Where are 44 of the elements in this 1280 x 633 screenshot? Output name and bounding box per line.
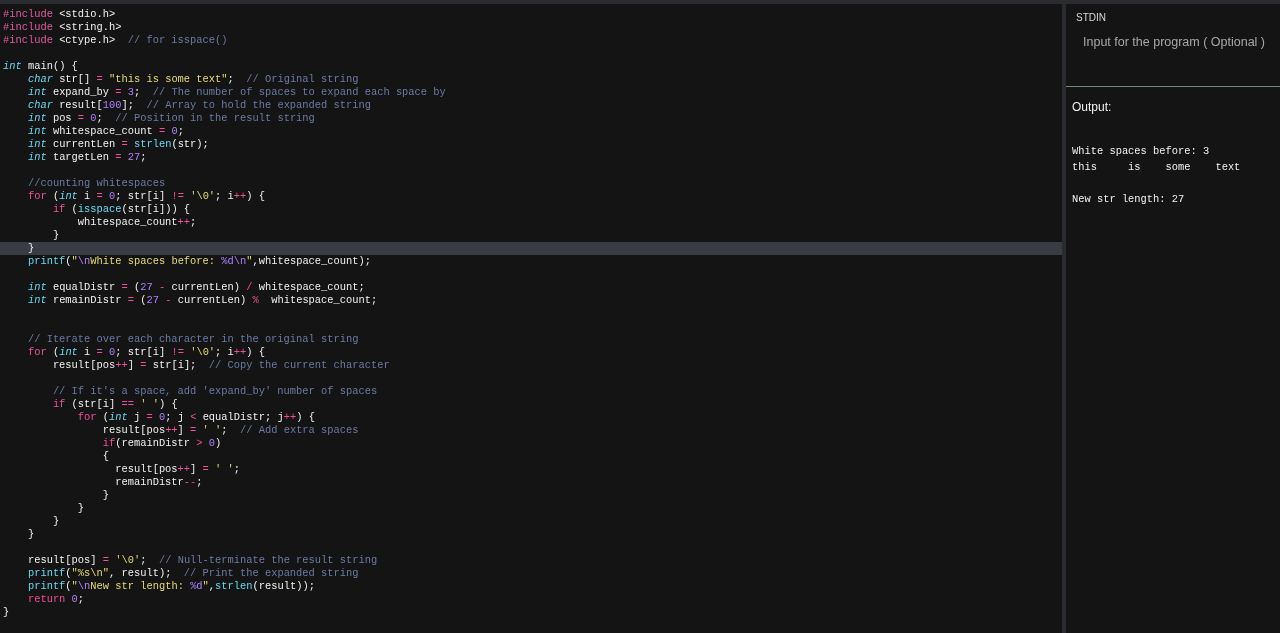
- code-line: result[pos] = '\0'; // Null-terminate the result string: [26, 554, 378, 566]
- code-line: int equalDistr = (27 - currentLen) / whitespace_count;: [26, 281, 365, 293]
- code-line: whitespace_count++;: [76, 216, 197, 228]
- code-line: #include <ctype.h> // for isspace(): [3, 34, 228, 46]
- code-line: int pos = 0; // Position in the result string: [26, 112, 315, 124]
- code-line: result[pos++] = str[i]; // Copy the current character: [51, 359, 390, 371]
- code-line: int whitespace_count = 0;: [26, 125, 184, 137]
- code-line: for (int i = 0; str[i] != '\0'; i++) {: [26, 190, 266, 202]
- code-line: // Iterate over each character in the original string: [26, 333, 359, 345]
- code-line: int main() {: [3, 60, 78, 72]
- code-line: }: [101, 489, 109, 501]
- code-line: if (isspace(str[i])) {: [51, 203, 191, 215]
- code-line: remainDistr--;: [114, 476, 203, 488]
- code-line: #include <string.h>: [3, 21, 122, 33]
- code-line: char str[] = "this is some text"; // Original string: [26, 73, 359, 85]
- code-line: int remainDistr = (27 - currentLen) % whitespace_count;: [26, 294, 378, 306]
- code-line: printf("\nWhite spaces before: %d\n",whitespace_count);: [26, 255, 371, 267]
- code-line: }: [51, 229, 60, 241]
- code-line: int targetLen = 27;: [26, 151, 147, 163]
- code-line: }: [26, 242, 35, 254]
- code-line: }: [26, 528, 35, 540]
- code-line: int expand_by = 3; // The number of spaces to expand each space by: [26, 86, 446, 98]
- code-line: {: [101, 450, 109, 462]
- code-line: // If it's a space, add 'expand_by' number of spaces: [51, 385, 378, 397]
- code-line: for (int i = 0; str[i] != '\0'; i++) {: [26, 346, 266, 358]
- output-label: Output:: [1072, 100, 1112, 114]
- code-line: }: [76, 502, 85, 514]
- code-line: }: [3, 606, 10, 618]
- code-line: return 0;: [26, 593, 85, 605]
- code-line: for (int j = 0; j < equalDistr; j++) {: [76, 411, 315, 423]
- code-line: int currentLen = strlen(str);: [26, 138, 209, 150]
- stdin-label: STDIN: [1076, 12, 1106, 23]
- code-line: char result[100]; // Array to hold the expanded string: [26, 99, 371, 111]
- code-line: if(remainDistr > 0): [101, 437, 222, 449]
- code-line: result[pos++] = ' ';: [114, 463, 240, 475]
- code-line: }: [51, 515, 60, 527]
- code-line: printf("\nNew str length: %d",strlen(result));: [26, 580, 315, 592]
- program-output: White spaces before: 3 this is some text New str length: 27: [1072, 144, 1241, 207]
- code-line: if (str[i] == ' ') {: [51, 398, 178, 410]
- stdin-input-field[interactable]: Input for the program ( Optional ): [1076, 35, 1280, 49]
- code-line: result[pos++] = ' '; // Add extra spaces: [101, 424, 359, 436]
- code-line: #include <stdio.h>: [3, 8, 116, 20]
- code-line: //counting whitespaces: [26, 177, 166, 189]
- code-line: printf("%s\n", result); // Print the expanded string: [26, 567, 359, 579]
